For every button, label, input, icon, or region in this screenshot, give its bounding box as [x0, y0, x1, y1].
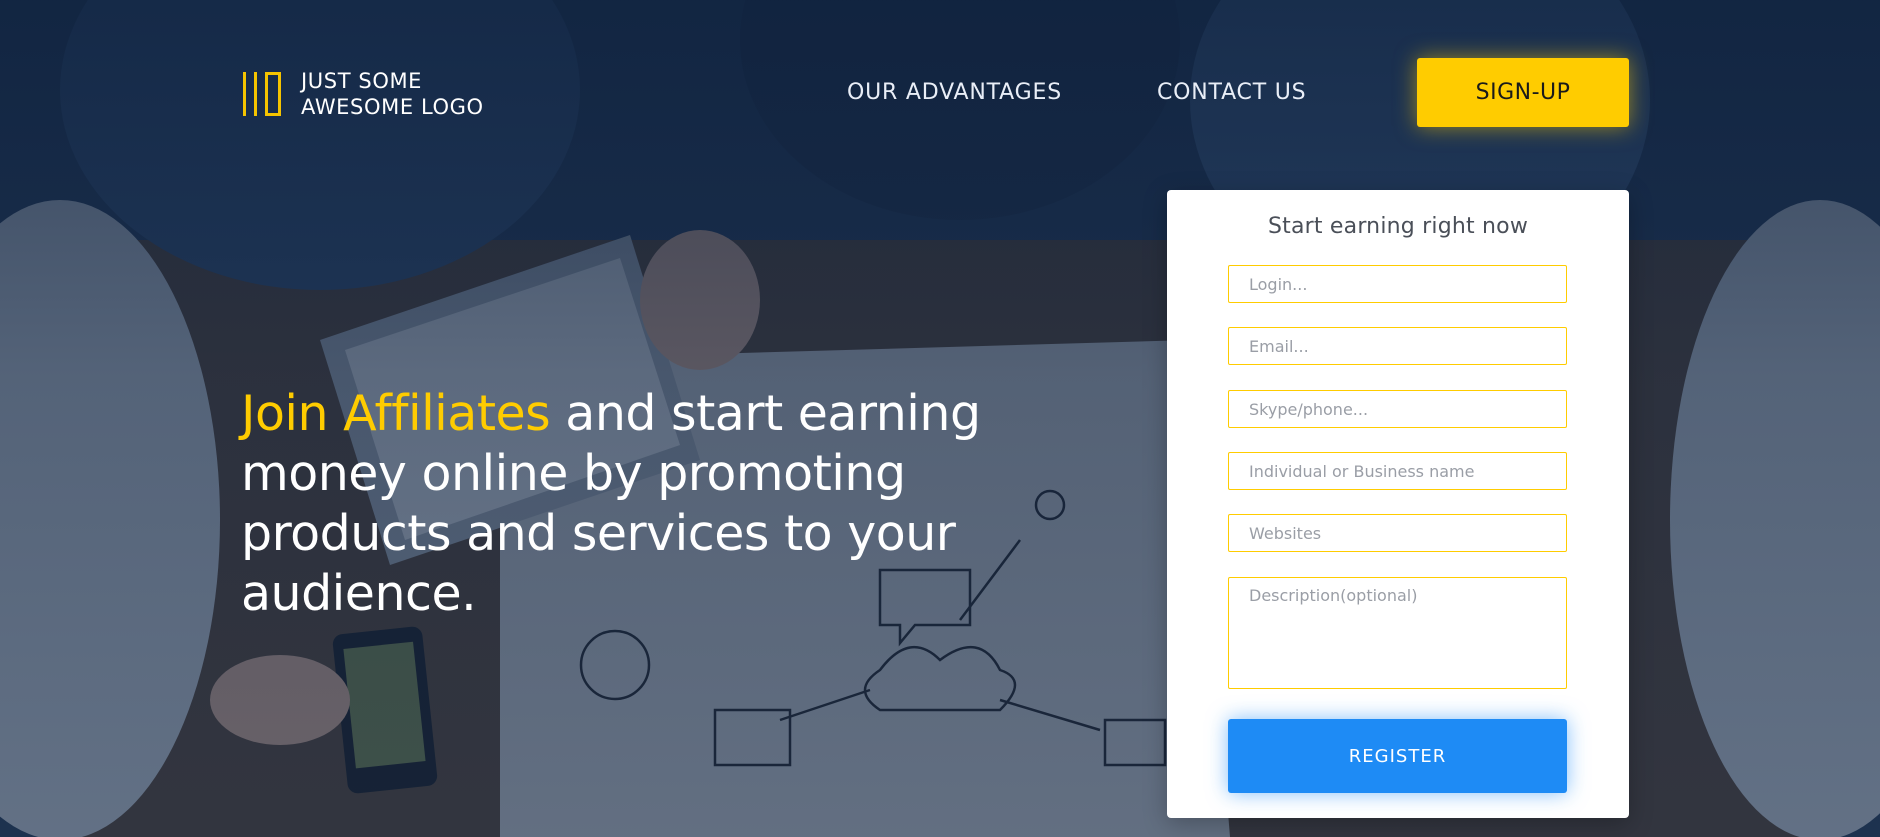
description-textarea[interactable]	[1228, 577, 1567, 689]
email-input[interactable]	[1228, 327, 1567, 365]
business-name-input[interactable]	[1228, 452, 1567, 490]
logo-line-1: JUST SOME	[301, 69, 423, 93]
bars-logo-icon	[243, 72, 287, 116]
logo-link[interactable]: JUST SOME AWESOME LOGO	[243, 68, 484, 120]
registration-card: Start earning right now REGISTER	[1167, 190, 1629, 818]
nav-contact-us[interactable]: CONTACT US	[1157, 80, 1306, 105]
nav-our-advantages[interactable]: OUR ADVANTAGES	[847, 80, 1062, 105]
hero-headline: Join Affiliates and start earning money …	[241, 384, 981, 624]
form-title: Start earning right now	[1267, 214, 1529, 239]
logo-text: JUST SOME AWESOME LOGO	[301, 68, 484, 120]
skype-phone-input[interactable]	[1228, 390, 1567, 428]
signup-button[interactable]: SIGN-UP	[1417, 58, 1629, 127]
websites-input[interactable]	[1228, 514, 1567, 552]
hero-highlight: Join Affiliates	[241, 385, 551, 442]
login-input[interactable]	[1228, 265, 1567, 303]
logo-line-2: AWESOME LOGO	[301, 95, 484, 119]
site-header: JUST SOME AWESOME LOGO OUR ADVANTAGES CO…	[0, 0, 1880, 140]
register-button[interactable]: REGISTER	[1228, 719, 1567, 793]
